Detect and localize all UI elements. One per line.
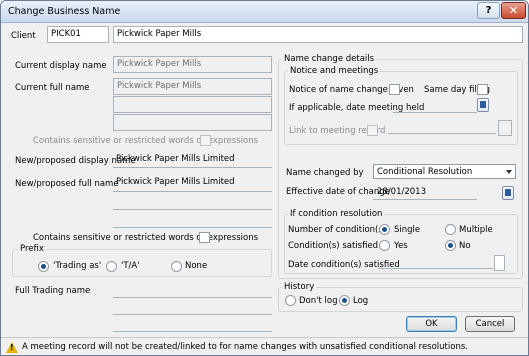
current-display-name-field: Pickwick Paper Mills (113, 56, 272, 73)
prefix-option-trading-as: 'Trading as' (53, 261, 102, 271)
window-title: Change Business Name (8, 6, 121, 17)
number-of-conditions-label: Number of condition(s) (288, 225, 387, 235)
meeting-record-underline (388, 133, 496, 134)
prefix-group (12, 249, 272, 277)
client-name-field[interactable]: Pickwick Paper Mills (113, 26, 523, 43)
full-trading-name-label: Full Trading name (15, 286, 91, 296)
date-satisfied-underline (378, 268, 493, 269)
condition-resolution-title: If condition resolution (288, 209, 385, 219)
current-full-name-line-1: Pickwick Paper Mills (113, 78, 272, 95)
sensitive-words-label-new: Contains sensitive or restricted words o… (33, 233, 259, 243)
conditions-multiple-radio[interactable] (445, 224, 456, 235)
prefix-radio-trading-as[interactable] (38, 261, 49, 272)
help-button[interactable]: ? (477, 2, 500, 19)
effective-date-underline (373, 199, 477, 200)
new-full-name-line-1[interactable]: Pickwick Paper Mills Limited (116, 177, 235, 187)
effective-date-field[interactable]: 28/01/2013 (377, 187, 426, 197)
satisfied-yes-radio[interactable] (379, 240, 390, 251)
meeting-date-picker-icon[interactable] (477, 98, 489, 112)
full-trading-name-underline-1 (113, 297, 272, 298)
current-full-name-label: Current full name (15, 83, 90, 93)
date-satisfied-picker-button[interactable] (494, 255, 505, 271)
full-trading-name-underline-2 (113, 314, 272, 315)
new-full-name-underline-2 (113, 209, 272, 210)
same-day-filing-checkbox[interactable] (477, 84, 488, 95)
warning-icon-mark: ! (10, 343, 14, 352)
current-full-name-line-2 (113, 96, 272, 113)
conditions-single-radio[interactable] (379, 224, 390, 235)
new-full-name-label: New/proposed full name (15, 179, 119, 189)
full-trading-name-underline-3 (113, 331, 272, 332)
prefix-radio-ta[interactable] (106, 261, 117, 272)
title-bar: Change Business Name ? ✕ (1, 1, 528, 23)
name-change-details-title: Name change details (282, 54, 377, 64)
prefix-option-none: None (185, 261, 208, 271)
effective-date-picker-icon[interactable] (502, 186, 514, 200)
link-meeting-record-checkbox[interactable] (367, 125, 378, 136)
notice-given-checkbox[interactable] (389, 84, 400, 95)
ok-button[interactable]: OK (406, 316, 457, 332)
client-label: Client (11, 31, 36, 41)
satisfied-yes-label: Yes (394, 241, 408, 251)
cancel-button[interactable]: Cancel (465, 316, 515, 332)
new-full-name-underline-1 (113, 191, 272, 192)
prefix-radio-none[interactable] (171, 261, 182, 272)
close-button[interactable]: ✕ (501, 2, 526, 19)
conditions-single-label: Single (394, 225, 421, 235)
prefix-group-title: Prefix (18, 244, 46, 254)
effective-date-label: Effective date of change (286, 187, 390, 197)
new-display-name-field[interactable]: Pickwick Paper Mills Limited (116, 154, 235, 164)
status-bar: ! A meeting record will not be created/l… (1, 337, 528, 355)
name-changed-by-value: Conditional Resolution (377, 167, 473, 177)
current-display-name-label: Current display name (15, 61, 107, 71)
history-dont-log-radio[interactable] (285, 295, 296, 306)
sensitive-words-checkbox-current[interactable] (200, 135, 211, 146)
prefix-option-ta: 'T/A' (121, 261, 140, 271)
change-business-name-dialog: Change Business Name ? ✕ Client PICK01 P… (0, 0, 529, 356)
satisfied-no-label: No (459, 241, 471, 251)
sensitive-words-checkbox-new[interactable] (199, 232, 210, 243)
client-code-field[interactable]: PICK01 (47, 26, 109, 43)
history-dont-log-label: Don't log (299, 296, 338, 306)
meeting-date-underline (393, 112, 477, 113)
history-title: History (282, 282, 317, 292)
current-full-name-line-3 (113, 114, 272, 131)
new-display-name-underline (113, 167, 272, 168)
sensitive-words-label-current: Contains sensitive or restricted words o… (33, 136, 259, 146)
name-changed-by-label: Name changed by (286, 168, 364, 178)
history-log-label: Log (353, 296, 369, 306)
notice-meetings-title: Notice and meetings (288, 66, 381, 76)
conditions-satisfied-label: Condition(s) satisfied (288, 241, 379, 251)
new-full-name-underline-3 (113, 227, 272, 228)
conditions-multiple-label: Multiple (459, 225, 493, 235)
satisfied-no-radio[interactable] (445, 240, 456, 251)
meeting-record-lookup-button[interactable] (498, 120, 512, 136)
history-log-radio[interactable] (339, 295, 350, 306)
name-changed-by-select[interactable]: Conditional Resolution (373, 164, 516, 179)
status-message: A meeting record will not be created/lin… (22, 342, 468, 352)
chevron-down-icon (506, 170, 512, 174)
